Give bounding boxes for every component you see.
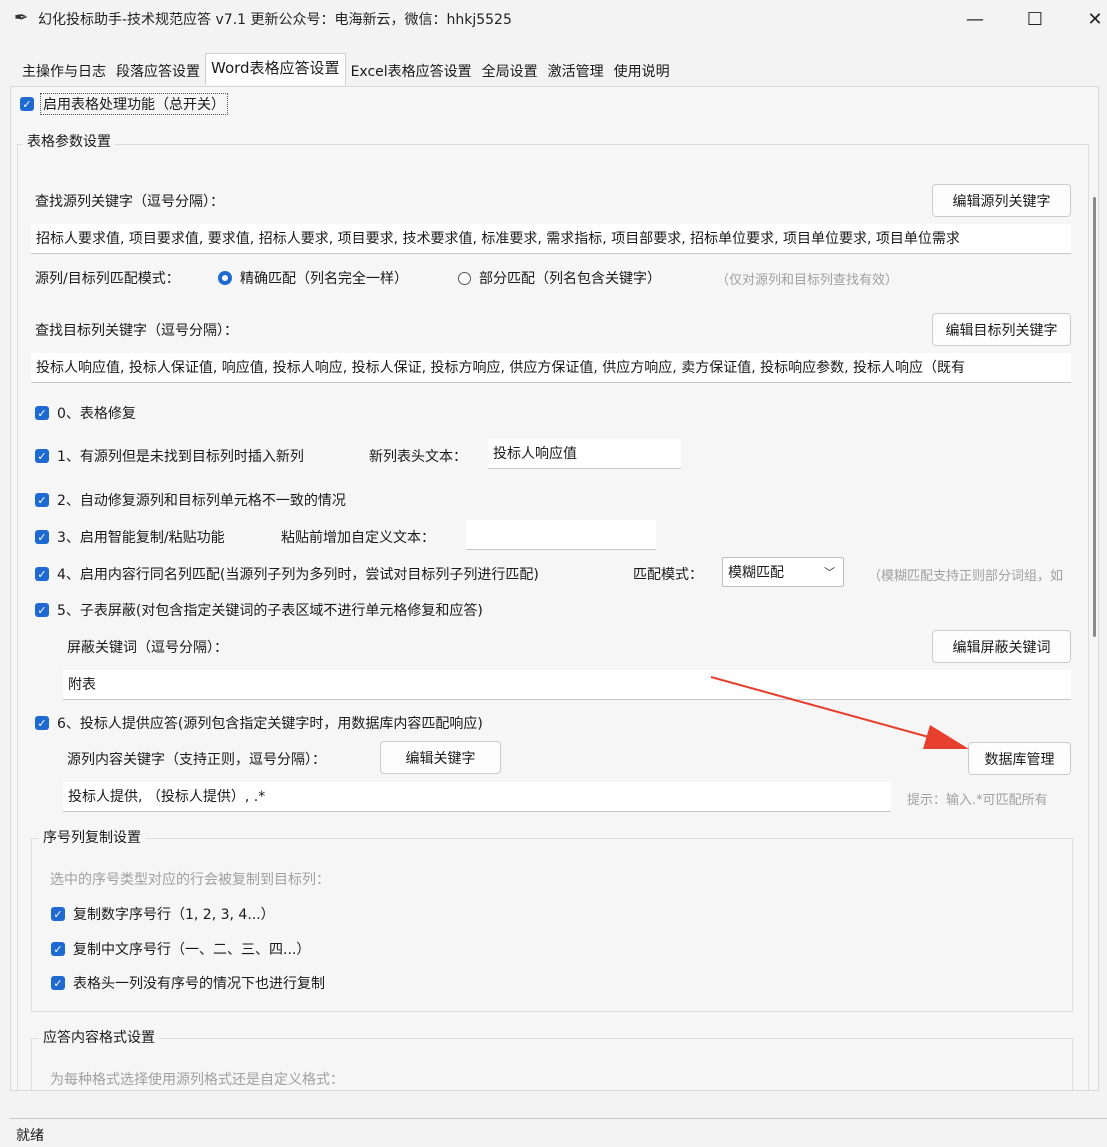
window-title: 幻化投标助手-技术规范应答 v7.1 更新公众号：电海新云，微信：hhkj552… <box>38 12 512 28</box>
partial-match-radio[interactable]: 部分匹配（列名包含关键字） <box>458 268 661 288</box>
checkbox-checked-icon[interactable]: ✓ <box>51 907 65 921</box>
option-subtable-mask-label: 5、子表屏蔽(对包含指定关键词的子表区域不进行单元格修复和应答) <box>57 603 483 619</box>
tab-excel-table[interactable]: Excel表格应答设置 <box>346 57 477 85</box>
match-mode-hint: （仅对源列和目标列查找有效） <box>716 273 899 288</box>
match-type-hint: （模糊匹配支持正则部分词组，如 <box>868 569 1064 584</box>
format-desc: 为每种格式选择使用源列格式还是自定义格式： <box>50 1072 344 1088</box>
option-copy-chinese-serial-label: 复制中文序号行（一、二、三、四...） <box>73 942 311 958</box>
close-button[interactable]: ✕ <box>1068 0 1107 38</box>
serial-copy-title: 序号列复制设置 <box>39 827 145 847</box>
partial-match-label: 部分匹配（列名包含关键字） <box>479 271 661 287</box>
option-same-name-match-label: 4、启用内容行同名列匹配(当源列子列为多列时，尝试对目标列子列进行匹配) <box>57 567 539 583</box>
new-column-header-input[interactable]: 投标人响应值 <box>488 439 681 469</box>
option-subtable-mask[interactable]: ✓ 5、子表屏蔽(对包含指定关键词的子表区域不进行单元格修复和应答) <box>35 600 483 620</box>
source-keywords-label: 查找源列关键字（逗号分隔）： <box>35 194 224 210</box>
option-table-repair-label: 0、表格修复 <box>57 406 136 422</box>
maximize-button[interactable]: ☐ <box>1008 0 1062 38</box>
checkbox-checked-icon[interactable]: ✓ <box>35 567 49 581</box>
tab-global[interactable]: 全局设置 <box>477 57 543 85</box>
option-table-repair[interactable]: ✓ 0、表格修复 <box>35 403 136 423</box>
serial-copy-desc: 选中的序号类型对应的行会被复制到目标列： <box>50 872 330 888</box>
feather-icon: ✒ <box>14 8 29 28</box>
tab-activation[interactable]: 激活管理 <box>543 57 609 85</box>
new-column-header-label: 新列表头文本： <box>369 449 467 465</box>
checkbox-checked-icon[interactable]: ✓ <box>35 406 49 420</box>
option-copy-no-serial-head-label: 表格头一列没有序号的情况下也进行复制 <box>73 976 325 992</box>
option-smart-paste[interactable]: ✓ 3、启用智能复制/粘贴功能 <box>35 527 225 547</box>
paste-prefix-label: 粘贴前增加自定义文本： <box>281 530 435 546</box>
target-keywords-input[interactable]: 投标人响应值, 投标人保证值, 响应值, 投标人响应, 投标人保证, 投标方响应… <box>31 353 1071 383</box>
tab-main-log[interactable]: 主操作与日志 <box>17 57 111 85</box>
edit-keyword-button[interactable]: 编辑关键字 <box>380 741 501 774</box>
target-keywords-label: 查找目标列关键字（逗号分隔）： <box>35 323 238 339</box>
tab-bar: 主操作与日志 段落应答设置 Word表格应答设置 Excel表格应答设置 全局设… <box>17 53 675 85</box>
option-copy-number-serial[interactable]: ✓ 复制数字序号行（1, 2, 3, 4...） <box>51 904 275 924</box>
option-insert-column[interactable]: ✓ 1、有源列但是未找到目标列时插入新列 <box>35 446 304 466</box>
option-bidder-provide-label: 6、投标人提供应答(源列包含指定关键字时，用数据库内容匹配响应) <box>57 716 483 732</box>
master-switch[interactable]: ✓ 启用表格处理功能（总开关） <box>20 93 228 115</box>
match-mode-label: 源列/目标列匹配模式： <box>35 271 180 287</box>
option-bidder-provide[interactable]: ✓ 6、投标人提供应答(源列包含指定关键字时，用数据库内容匹配响应) <box>35 713 483 733</box>
exact-match-label: 精确匹配（列名完全一样） <box>240 271 408 287</box>
vertical-scrollbar[interactable] <box>1093 197 1096 637</box>
source-keywords-input[interactable]: 招标人要求值, 项目要求值, 要求值, 招标人要求, 项目要求, 技术要求值, … <box>31 224 1071 254</box>
checkbox-checked-icon[interactable]: ✓ <box>20 97 34 111</box>
format-title: 应答内容格式设置 <box>39 1027 159 1047</box>
radio-selected-icon[interactable] <box>218 271 232 285</box>
tab-paragraph[interactable]: 段落应答设置 <box>111 57 205 85</box>
master-switch-label: 启用表格处理功能（总开关） <box>40 93 228 115</box>
tab-help[interactable]: 使用说明 <box>609 57 675 85</box>
option-same-name-match[interactable]: ✓ 4、启用内容行同名列匹配(当源列子列为多列时，尝试对目标列子列进行匹配) <box>35 564 539 584</box>
match-type-value: 模糊匹配 <box>728 565 784 581</box>
edit-source-keywords-button[interactable]: 编辑源列关键字 <box>932 184 1071 217</box>
status-text: 就绪 <box>16 1128 44 1144</box>
match-type-label: 匹配模式： <box>633 567 703 583</box>
checkbox-checked-icon[interactable]: ✓ <box>35 716 49 730</box>
checkbox-checked-icon[interactable]: ✓ <box>35 493 49 507</box>
chevron-down-icon: ﹀ <box>824 566 835 579</box>
checkbox-checked-icon[interactable]: ✓ <box>35 530 49 544</box>
tab-content: ✓ 启用表格处理功能（总开关） 表格参数设置 查找源列关键字（逗号分隔）： 编辑… <box>10 86 1099 1091</box>
source-content-keywords-input[interactable]: 投标人提供, （投标人提供）, .* <box>63 782 891 812</box>
option-auto-fix[interactable]: ✓ 2、自动修复源列和目标列单元格不一致的情况 <box>35 490 346 510</box>
tab-word-table[interactable]: Word表格应答设置 <box>205 53 346 85</box>
checkbox-checked-icon[interactable]: ✓ <box>35 603 49 617</box>
option-smart-paste-label: 3、启用智能复制/粘贴功能 <box>57 530 225 546</box>
option-copy-chinese-serial[interactable]: ✓ 复制中文序号行（一、二、三、四...） <box>51 939 310 959</box>
mask-keywords-label: 屏蔽关键词（逗号分隔）： <box>67 640 228 656</box>
checkbox-checked-icon[interactable]: ✓ <box>51 942 65 956</box>
database-manage-button[interactable]: 数据库管理 <box>968 742 1071 775</box>
paste-prefix-input[interactable] <box>466 520 656 550</box>
radio-unselected-icon[interactable] <box>458 271 471 285</box>
table-params-title: 表格参数设置 <box>23 131 115 151</box>
checkbox-checked-icon[interactable]: ✓ <box>35 449 49 463</box>
edit-mask-keywords-button[interactable]: 编辑屏蔽关键词 <box>932 630 1071 663</box>
edit-target-keywords-button[interactable]: 编辑目标列关键字 <box>932 313 1071 346</box>
match-type-select[interactable]: 模糊匹配 ﹀ <box>722 557 844 587</box>
option-copy-number-serial-label: 复制数字序号行（1, 2, 3, 4...） <box>73 907 275 923</box>
option-copy-no-serial-head[interactable]: ✓ 表格头一列没有序号的情况下也进行复制 <box>51 973 325 993</box>
title-bar: ✒ 幻化投标助手-技术规范应答 v7.1 更新公众号：电海新云，微信：hhkj5… <box>0 0 1107 38</box>
option-auto-fix-label: 2、自动修复源列和目标列单元格不一致的情况 <box>57 493 346 509</box>
annotation-arrow-icon <box>710 676 969 749</box>
checkbox-checked-icon[interactable]: ✓ <box>51 976 65 990</box>
status-bar: 就绪 <box>10 1118 1107 1147</box>
option-insert-column-label: 1、有源列但是未找到目标列时插入新列 <box>57 449 304 465</box>
source-content-keywords-label: 源列内容关键字（支持正则，逗号分隔）： <box>67 752 326 768</box>
source-content-hint: 提示：输入.*可匹配所有 <box>907 793 1048 808</box>
minimize-button[interactable]: — <box>948 0 1002 38</box>
exact-match-radio[interactable]: 精确匹配（列名完全一样） <box>218 268 408 288</box>
